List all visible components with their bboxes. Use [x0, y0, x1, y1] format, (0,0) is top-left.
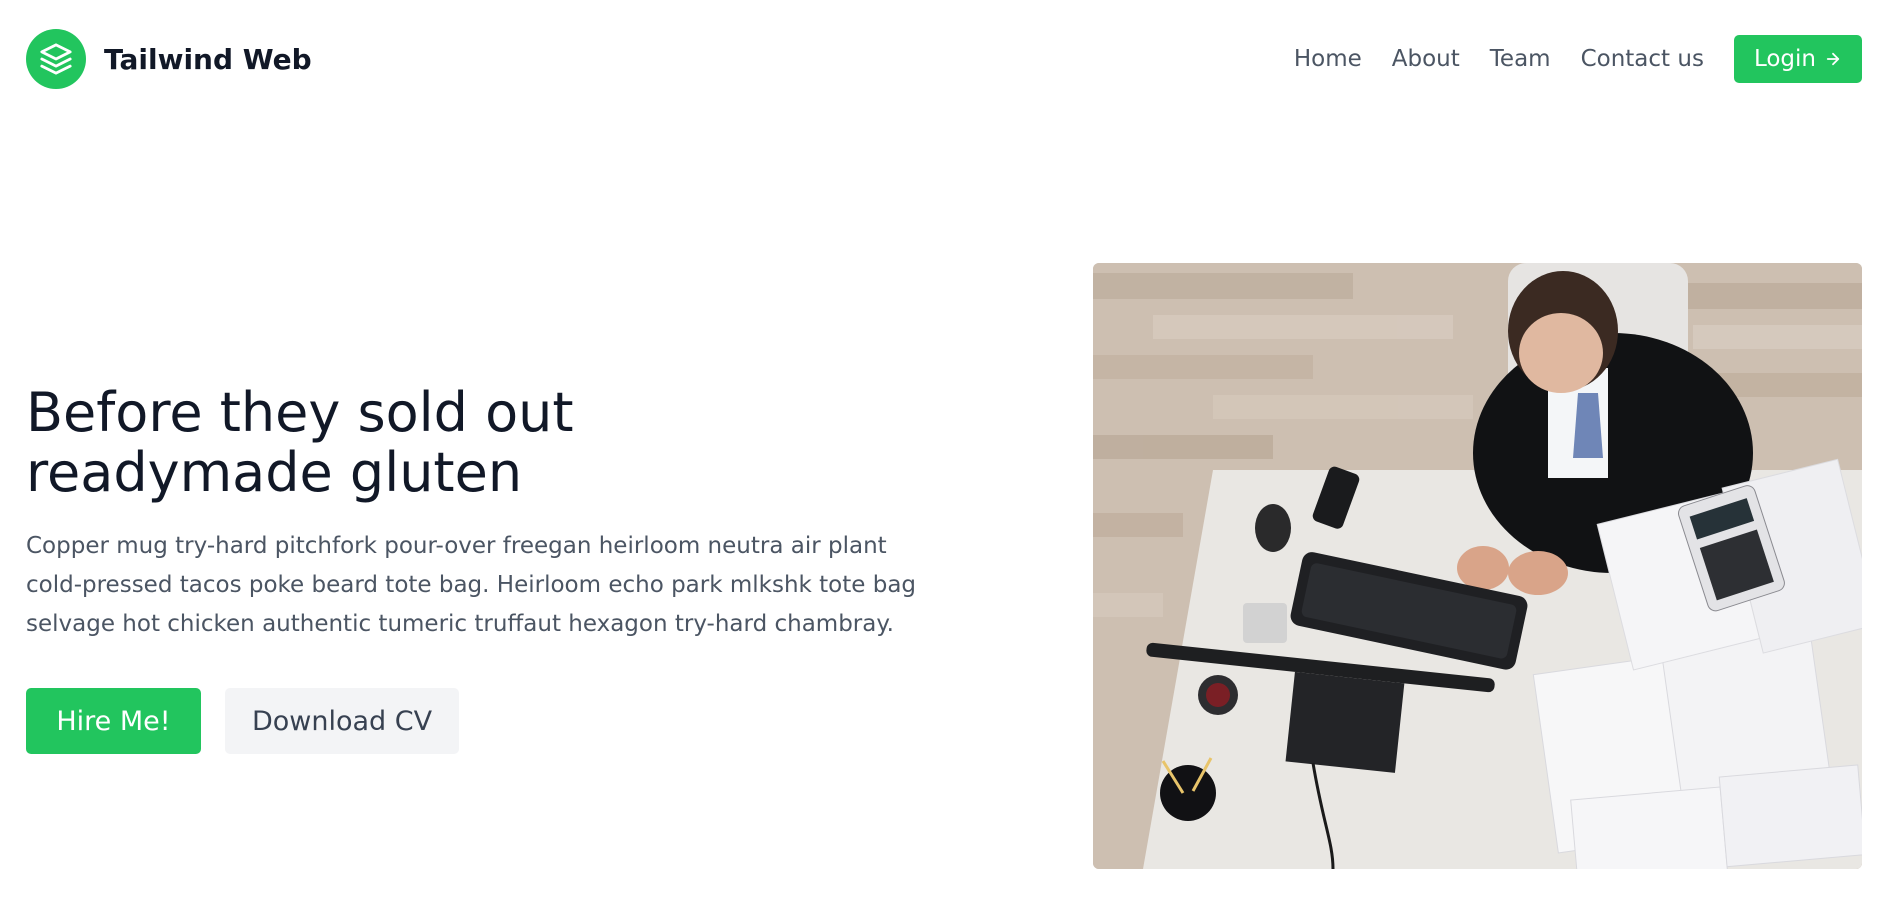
nav-home[interactable]: Home: [1294, 46, 1362, 72]
nav-about[interactable]: About: [1392, 46, 1460, 72]
hero-headline-line2: readymade gluten: [26, 441, 523, 504]
site-header: Tailwind Web Home About Team Contact us …: [0, 0, 1885, 120]
nav-contact-us[interactable]: Contact us: [1581, 46, 1704, 72]
hero-actions: Hire Me! Download CV: [26, 688, 459, 754]
main-nav: Home About Team Contact us Login: [1294, 35, 1862, 83]
layers-icon: [26, 29, 86, 89]
office-desk-illustration: [1093, 263, 1862, 869]
brand-name: Tailwind Web: [104, 42, 312, 76]
login-button-label: Login: [1753, 46, 1816, 72]
arrow-right-icon: [1826, 52, 1840, 66]
hire-me-button[interactable]: Hire Me!: [26, 688, 201, 754]
hero-image: [1093, 263, 1862, 869]
hero-headline-line1: Before they sold out: [26, 381, 574, 444]
login-button[interactable]: Login: [1733, 35, 1862, 83]
hero-headline: Before they sold out readymade gluten: [26, 383, 946, 503]
download-cv-button[interactable]: Download CV: [225, 688, 459, 754]
nav-team[interactable]: Team: [1490, 46, 1551, 72]
brand[interactable]: Tailwind Web: [26, 29, 312, 89]
hero-description: Copper mug try-hard pitchfork pour-over …: [26, 533, 917, 637]
hero-text: Before they sold out readymade gluten Co…: [26, 383, 946, 644]
